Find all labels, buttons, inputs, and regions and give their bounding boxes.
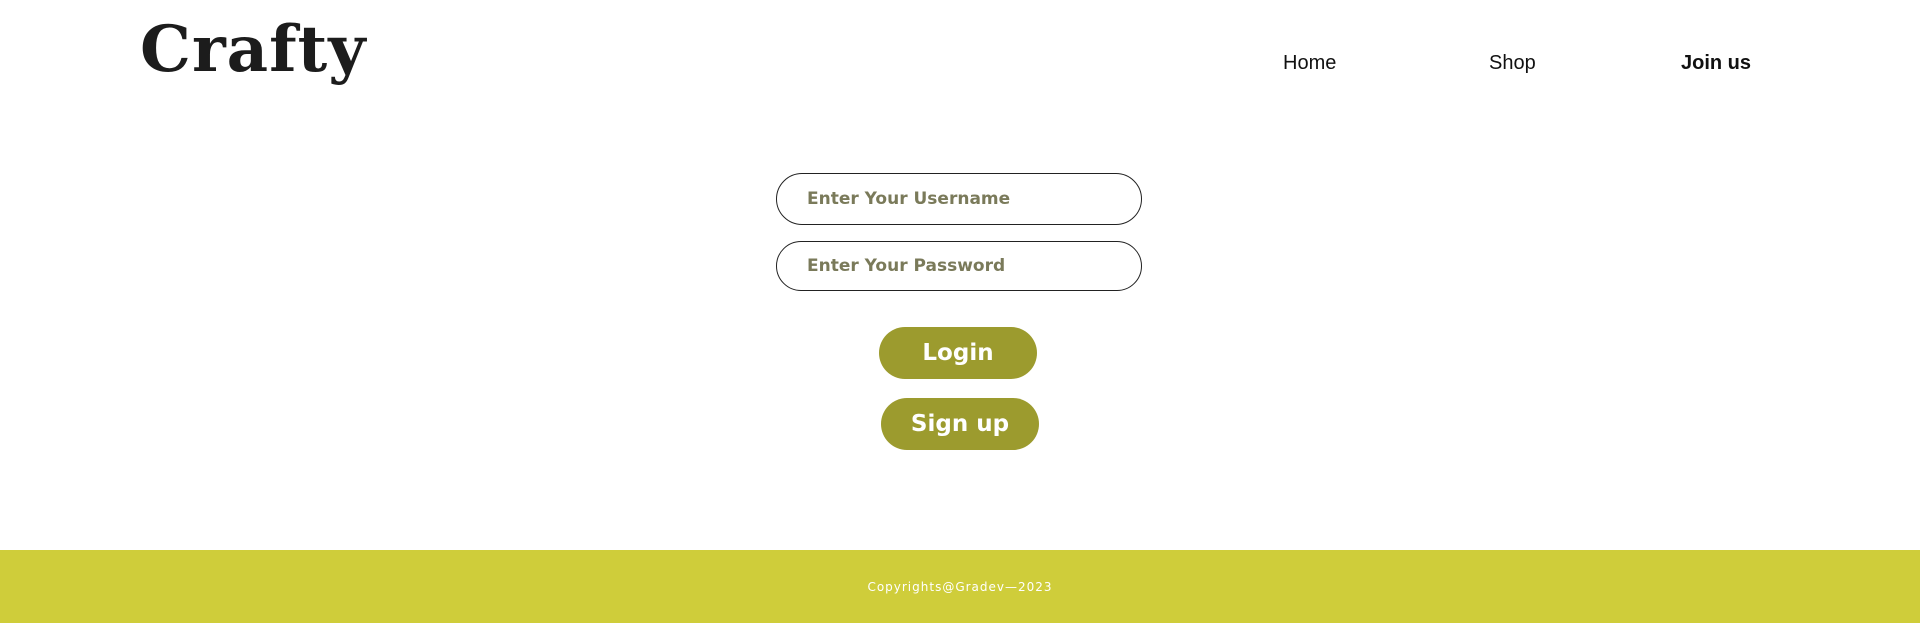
nav-link-home[interactable]: Home	[1283, 52, 1336, 75]
copyright-text: Copyrights@Gradev—2023	[867, 580, 1053, 594]
main-nav: Home Shop Join us	[0, 52, 1920, 82]
nav-link-shop[interactable]: Shop	[1489, 52, 1536, 75]
footer: Copyrights@Gradev—2023	[0, 550, 1920, 623]
login-button[interactable]: Login	[879, 327, 1037, 379]
login-page: Crafty Home Shop Join us Login Sign up C…	[0, 0, 1920, 623]
password-input[interactable]	[776, 241, 1142, 291]
signup-button[interactable]: Sign up	[881, 398, 1039, 450]
username-input[interactable]	[776, 173, 1142, 225]
nav-link-join-us[interactable]: Join us	[1681, 52, 1751, 75]
